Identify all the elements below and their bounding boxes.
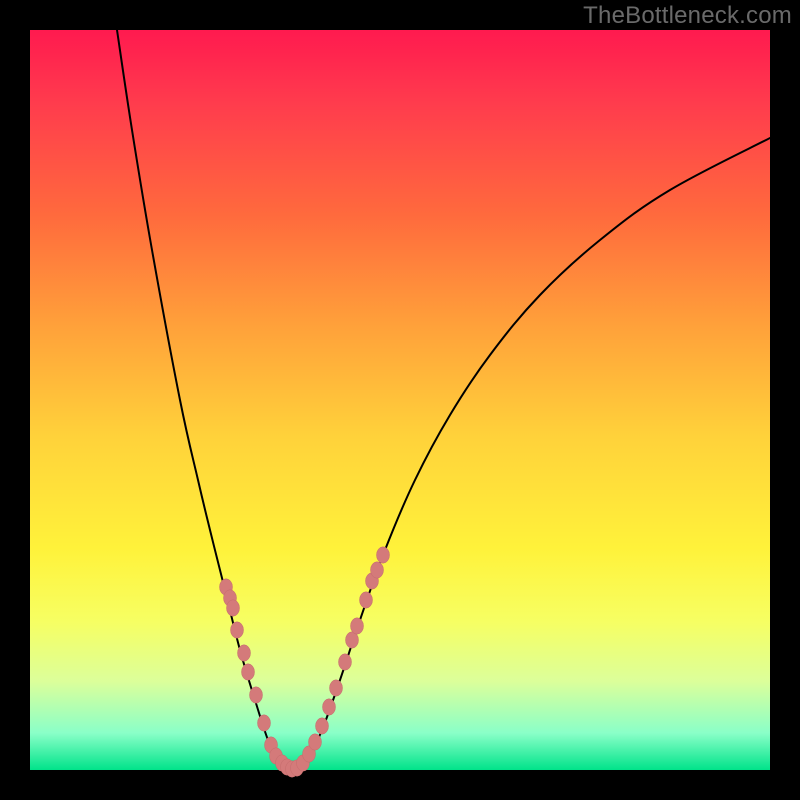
curve-marker <box>231 622 244 638</box>
curve-markers <box>220 547 390 777</box>
curve-marker <box>339 654 352 670</box>
curve-marker <box>258 715 271 731</box>
watermark-text: TheBottleneck.com <box>583 2 792 30</box>
curve-marker <box>323 699 336 715</box>
curve-marker <box>360 592 373 608</box>
curve-marker <box>250 687 263 703</box>
curve-marker <box>309 734 322 750</box>
chart-plot-area <box>30 30 770 770</box>
chart-frame: TheBottleneck.com <box>0 0 800 800</box>
curve-marker <box>351 618 364 634</box>
curve-marker <box>371 562 384 578</box>
chart-svg <box>30 30 770 770</box>
curve-marker <box>316 718 329 734</box>
curve-marker <box>330 680 343 696</box>
curve-marker <box>227 600 240 616</box>
curve-marker <box>377 547 390 563</box>
curve-marker <box>238 645 251 661</box>
curve-marker <box>242 664 255 680</box>
bottleneck-curve <box>117 30 770 770</box>
